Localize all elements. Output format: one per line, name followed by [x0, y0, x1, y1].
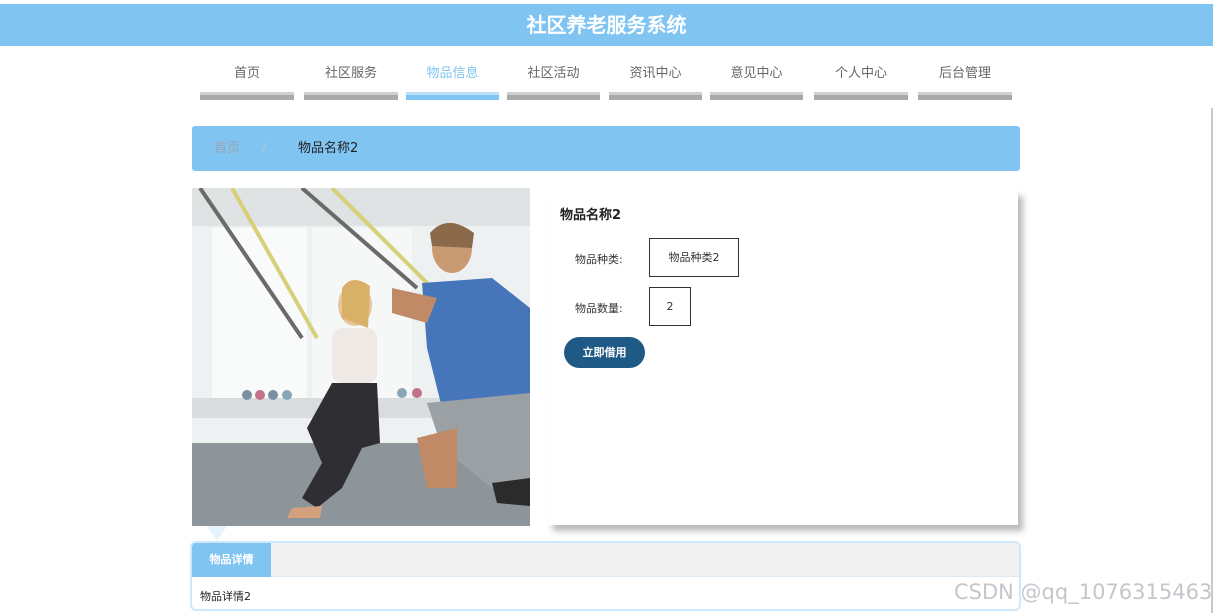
details-tab-bar: 物品详情: [192, 543, 1019, 577]
nav-item-home[interactable]: 首页: [200, 60, 294, 100]
nav-item-feedback-center[interactable]: 意见中心: [710, 60, 803, 100]
nav-item-personal-center[interactable]: 个人中心: [814, 60, 908, 100]
product-info-panel: 物品名称2 物品种类: 物品种类2 物品数量: 2 立即借用: [548, 190, 1018, 525]
page: 社区养老服务系统 首页 社区服务 物品信息 社区活动 资讯中心 意见中心 个人中…: [0, 0, 1223, 613]
nav-item-bar: [507, 92, 600, 100]
nav-item-community-activity[interactable]: 社区活动: [507, 60, 600, 100]
nav-item-label: 社区服务: [324, 66, 377, 81]
breadcrumb-separator: /: [262, 141, 267, 156]
nav-item-label: 物品信息: [426, 66, 479, 81]
fitness-photo-illustration: [192, 188, 530, 526]
tab-pointer-arrow: [207, 526, 227, 541]
nav-item-bar: [918, 92, 1012, 100]
product-name: 物品名称2: [560, 208, 622, 223]
nav-item-goods-info[interactable]: 物品信息: [406, 60, 499, 100]
quantity-label: 物品数量:: [575, 302, 623, 315]
breadcrumb-current: 物品名称2: [298, 141, 359, 156]
product-details-panel: 物品详情 物品详情2: [190, 541, 1021, 611]
borrow-now-button[interactable]: 立即借用: [564, 337, 645, 368]
watermark-text: CSDN @qq_1076315463: [954, 580, 1213, 604]
nav-item-label: 意见中心: [730, 66, 783, 81]
nav-item-bar: [200, 92, 294, 100]
nav-item-label: 资讯中心: [629, 66, 682, 81]
category-value-box: 物品种类2: [649, 238, 739, 277]
nav-item-bar: [304, 92, 398, 100]
tab-product-details[interactable]: 物品详情: [192, 543, 271, 577]
main-nav: 首页 社区服务 物品信息 社区活动 资讯中心 意见中心 个人中心 后台管理: [200, 60, 1012, 100]
breadcrumb: 首页 / 物品名称2: [192, 126, 1020, 171]
nav-item-label: 首页: [233, 66, 260, 81]
nav-item-community-service[interactable]: 社区服务: [304, 60, 398, 100]
nav-item-label: 个人中心: [834, 66, 887, 81]
nav-item-bar: [406, 92, 499, 100]
nav-item-news-center[interactable]: 资讯中心: [609, 60, 702, 100]
category-label: 物品种类:: [575, 253, 623, 266]
nav-item-admin[interactable]: 后台管理: [918, 60, 1012, 100]
product-image: [192, 188, 530, 526]
site-title: 社区养老服务系统: [0, 4, 1213, 46]
breadcrumb-home-link[interactable]: 首页: [214, 126, 240, 171]
nav-item-label: 社区活动: [527, 66, 580, 81]
scrollbar-track[interactable]: [1211, 108, 1213, 613]
nav-item-bar: [609, 92, 702, 100]
nav-item-bar: [814, 92, 908, 100]
quantity-value-box: 2: [649, 287, 691, 326]
nav-item-label: 后台管理: [938, 66, 991, 81]
nav-item-bar: [710, 92, 803, 100]
product-details-content: 物品详情2: [200, 590, 251, 603]
